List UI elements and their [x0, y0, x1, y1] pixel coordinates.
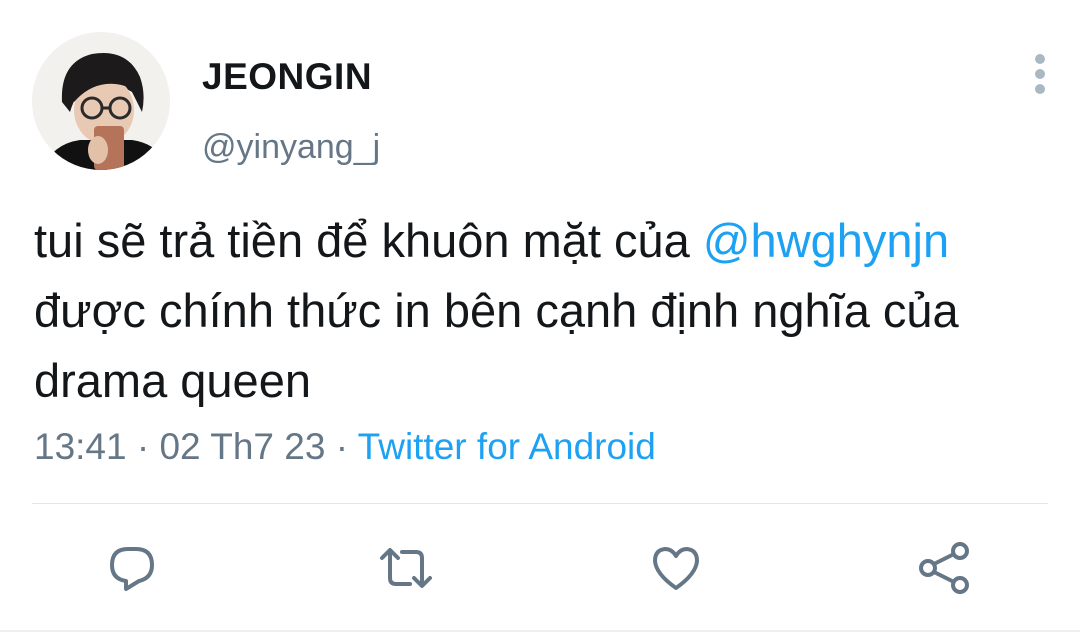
tweet-card: JEONGIN @yinyang_j tui sẽ trả tiền để kh…	[0, 0, 1080, 632]
meta-separator: ·	[325, 426, 358, 467]
tweet-text-start: tui sẽ trả tiền để khuôn mặt của	[34, 214, 703, 267]
share-button[interactable]	[916, 540, 972, 596]
divider	[32, 503, 1048, 504]
tweet-source-link[interactable]: Twitter for Android	[358, 426, 656, 467]
avatar[interactable]	[32, 32, 170, 170]
reply-button[interactable]	[104, 540, 160, 596]
share-icon	[919, 542, 969, 594]
more-vertical-icon[interactable]	[1020, 50, 1060, 98]
tweet-date: 02 Th7 23	[159, 426, 326, 467]
like-button[interactable]	[648, 540, 704, 596]
meta-separator: ·	[126, 426, 160, 467]
tweet-time: 13:41	[34, 426, 127, 467]
tweet-text: tui sẽ trả tiền để khuôn mặt của @hwghyn…	[34, 206, 1044, 416]
user-handle[interactable]: @yinyang_j	[202, 128, 380, 167]
retweet-icon	[380, 548, 432, 588]
tweet-text-end: được chính thức in bên cạnh định nghĩa c…	[34, 284, 959, 407]
display-name[interactable]: JEONGIN	[202, 56, 372, 98]
retweet-button[interactable]	[378, 540, 434, 596]
heart-icon	[653, 547, 699, 590]
mention-link[interactable]: @hwghynjn	[703, 214, 949, 267]
reply-icon	[110, 547, 154, 591]
tweet-meta: 13:41 · 02 Th7 23 · Twitter for Android	[34, 426, 656, 468]
